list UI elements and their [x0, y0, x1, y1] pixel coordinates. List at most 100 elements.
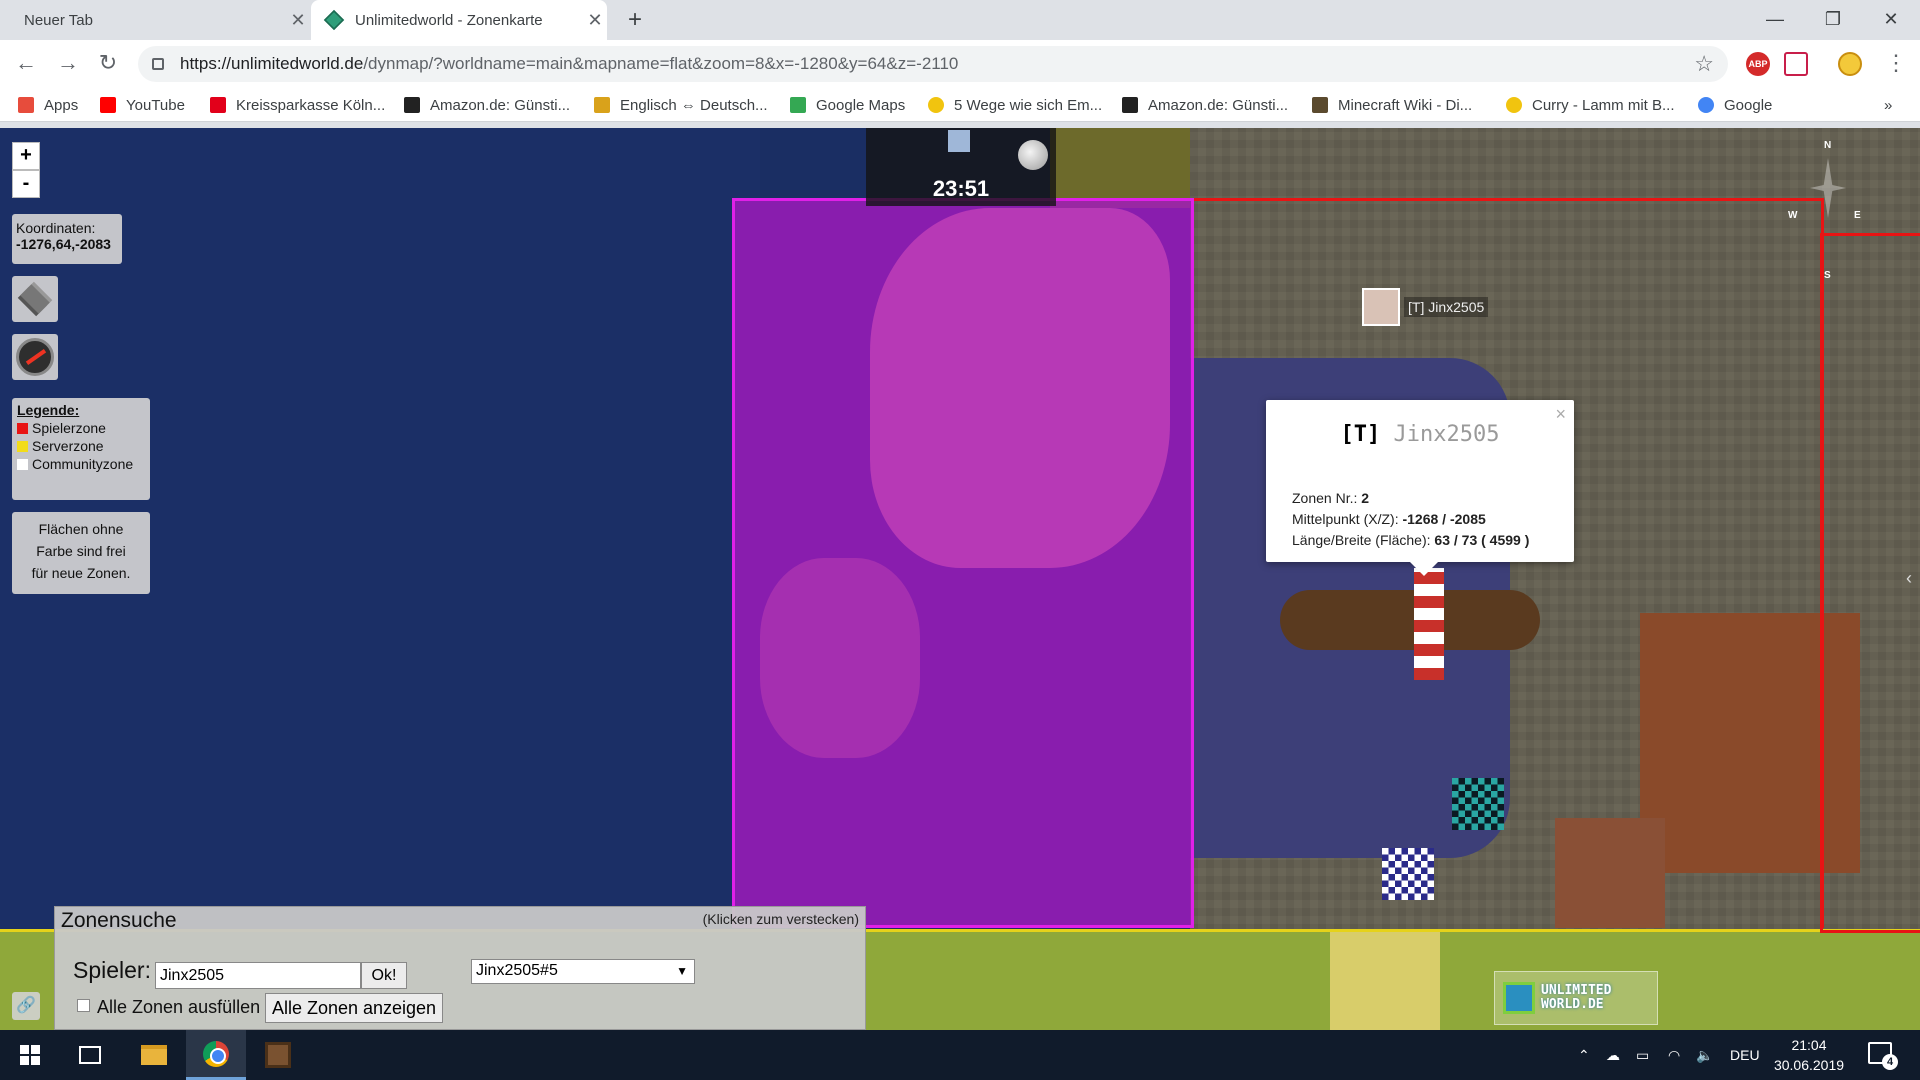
close-window-button[interactable]: ✕ [1868, 0, 1914, 40]
notification-count: 4 [1882, 1054, 1898, 1070]
compass-east: E [1854, 210, 1861, 221]
bookmark-kreissparkasse[interactable]: Kreissparkasse Köln... [210, 94, 385, 116]
lock-icon [152, 58, 164, 70]
bookmark-youtube[interactable]: YouTube [100, 94, 185, 116]
unlimitedworld-logo: UNLIMITED WORLD.DE [1494, 971, 1658, 1025]
task-view-icon [79, 1046, 101, 1064]
zone-number-row: Zonen Nr.: 2 [1292, 488, 1529, 509]
hint-line: Farbe sind frei [36, 543, 126, 559]
minimize-window-button[interactable]: — [1752, 0, 1798, 40]
tracking-toggle-button[interactable] [12, 334, 58, 380]
tab-strip: Neuer Tab ✕ Unlimitedworld - Zonenkarte … [0, 0, 1920, 40]
zone-center-row: Mittelpunkt (X/Z): -1268 / -2085 [1292, 509, 1529, 530]
show-hidden-icons[interactable]: ⌃ [1578, 1030, 1590, 1080]
close-tab-icon[interactable]: ✕ [286, 8, 310, 32]
zone-search-hide-toggle[interactable]: (Klicken zum verstecken) [703, 911, 859, 927]
maximize-window-button[interactable]: ❐ [1810, 0, 1856, 40]
coordinates-panel: Koordinaten: -1276,64,-2083 [12, 214, 122, 264]
fill-all-zones-label[interactable]: Alle Zonen ausfüllen [97, 997, 260, 1018]
bookmark-curry[interactable]: Curry - Lamm mit B... [1506, 94, 1675, 116]
layers-button[interactable] [12, 276, 58, 322]
input-language[interactable]: DEU [1730, 1030, 1760, 1080]
system-clock[interactable]: 21:04 30.06.2019 [1770, 1035, 1848, 1075]
compass-west: W [1788, 210, 1798, 221]
legend-title: Legende: [17, 402, 80, 418]
fill-all-zones-checkbox[interactable] [77, 999, 90, 1012]
zone-size-label: Länge/Breite (Fläche): [1292, 532, 1431, 548]
compass: N E S W [1788, 138, 1868, 281]
radiation-icon [1506, 97, 1522, 113]
bookmark-label: Minecraft Wiki - Di... [1338, 96, 1473, 114]
legend-swatch [17, 422, 28, 434]
system-date: 30.06.2019 [1773, 1057, 1845, 1073]
profile-avatar-icon[interactable] [1838, 52, 1862, 76]
close-tab-icon[interactable]: ✕ [583, 8, 607, 32]
menu-kebab-icon[interactable]: ⋮ [1880, 48, 1912, 80]
amazon-icon [1122, 97, 1138, 113]
compass-rose-icon [1810, 158, 1846, 218]
chrome-icon [203, 1040, 229, 1067]
player-zone-overlay[interactable] [1194, 198, 1824, 928]
system-time: 21:04 [1791, 1037, 1827, 1053]
adblock-plus-icon[interactable]: ABP [1746, 52, 1770, 76]
bookmark-amazon-1[interactable]: Amazon.de: Günsti... [404, 94, 570, 116]
ok-button[interactable]: Ok! [361, 962, 407, 989]
bookmark-englisch-deutsch[interactable]: Englisch ⇔ Deutsch... [594, 94, 768, 116]
bookmark-label: Apps [44, 96, 79, 114]
bookmark-minecraft-wiki[interactable]: Minecraft Wiki - Di... [1312, 94, 1472, 116]
zone-number-label: Zonen Nr.: [1292, 490, 1358, 506]
zone-search-title: Zonensuche [61, 909, 177, 932]
zone-number-value: 2 [1361, 490, 1370, 506]
sidebar-expand-icon[interactable]: ‹ [1906, 568, 1912, 589]
google-icon [1698, 97, 1714, 113]
file-explorer-button[interactable] [124, 1030, 184, 1080]
bookmark-apps[interactable]: Apps [18, 94, 78, 116]
tab-zonenkarte[interactable]: Unlimitedworld - Zonenkarte ✕ [311, 0, 607, 40]
address-bar[interactable]: https://unlimitedworld.de/dynmap/?worldn… [138, 46, 1728, 82]
folder-icon [141, 1045, 167, 1065]
bookmark-label: Englisch ⇔ Deutsch... [620, 96, 768, 114]
new-tab-button[interactable]: + [620, 6, 650, 36]
bookmark-google[interactable]: Google [1698, 94, 1772, 116]
volume-icon[interactable]: 🔈 [1696, 1030, 1713, 1080]
dynmap-map[interactable]: 23:51 N E S W + - Koordinaten: -1276,64,… [0, 128, 1920, 1030]
player-search-input[interactable] [155, 962, 361, 989]
back-arrow-icon[interactable]: ← [10, 48, 42, 80]
zoom-out-button[interactable]: - [12, 170, 40, 198]
apps-grid-icon [18, 97, 34, 113]
map-clock: 23:51 [866, 128, 1056, 206]
action-center-icon[interactable]: 4 [1868, 1042, 1898, 1070]
zone-center-value: -1268 / -2085 [1402, 511, 1486, 527]
extension-icon[interactable] [1784, 52, 1808, 76]
zone-select-dropdown[interactable]: Jinx2505#5 ▼ [471, 959, 695, 984]
bookmark-google-maps[interactable]: Google Maps [790, 94, 905, 116]
task-view-button[interactable] [60, 1030, 120, 1080]
bookmark-5-wege[interactable]: 5 Wege wie sich Em... [928, 94, 1102, 116]
wifi-icon[interactable]: ◠ [1668, 1030, 1680, 1080]
zone-select-value: Jinx2505#5 [476, 962, 558, 979]
bookmarks-overflow-icon[interactable]: » [1884, 94, 1892, 116]
link-icon[interactable]: 🔗 [12, 992, 40, 1020]
bookmark-amazon-2[interactable]: Amazon.de: Günsti... [1122, 94, 1288, 116]
battery-icon[interactable]: ▭ [1636, 1030, 1649, 1080]
compass-south: S [1824, 270, 1831, 281]
player-zone-overlay[interactable] [1820, 233, 1920, 933]
popup-title: [T] Jinx2505 [1266, 422, 1574, 447]
chrome-taskbar-button[interactable] [186, 1030, 246, 1080]
map-sand [1330, 932, 1440, 1030]
legend-label: Serverzone [32, 438, 104, 454]
amazon-icon [404, 97, 420, 113]
onedrive-icon[interactable]: ☁ [1606, 1030, 1620, 1080]
bookmark-label: YouTube [126, 96, 185, 114]
forward-arrow-icon[interactable]: → [52, 48, 84, 80]
windows-taskbar: ⌃ ☁ ▭ ◠ 🔈 DEU 21:04 30.06.2019 4 [0, 1030, 1920, 1080]
player-marker[interactable]: [T] Jinx2505 [1362, 288, 1489, 326]
reload-icon[interactable]: ↻ [92, 48, 124, 80]
popup-tag: [T] [1340, 422, 1381, 447]
show-all-zones-button[interactable]: Alle Zonen anzeigen [265, 993, 443, 1023]
minecraft-taskbar-button[interactable] [248, 1030, 308, 1080]
tab-new-tab[interactable]: Neuer Tab ✕ [10, 0, 310, 40]
zoom-in-button[interactable]: + [12, 142, 40, 170]
bookmark-star-icon[interactable]: ☆ [1694, 51, 1714, 77]
start-button[interactable] [0, 1030, 60, 1080]
